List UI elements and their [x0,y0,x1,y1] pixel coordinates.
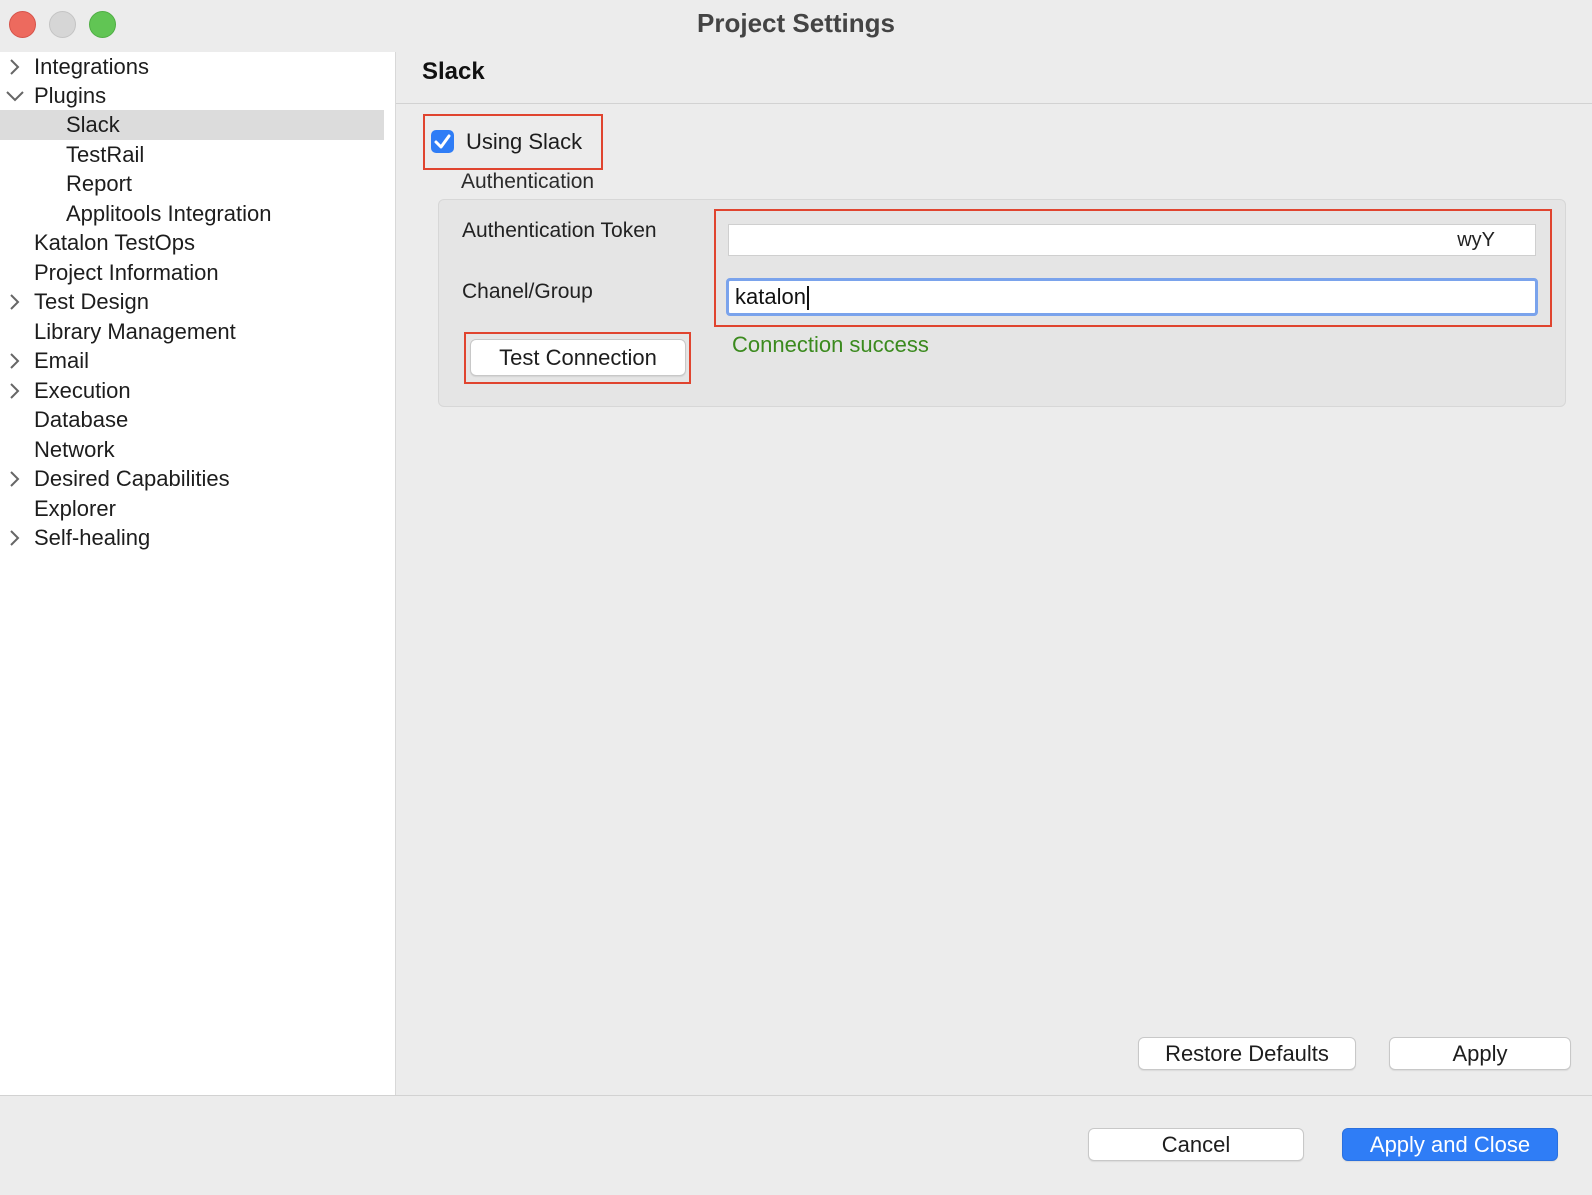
tree-item-label: Database [34,407,129,432]
tree-item-test-design[interactable]: Test Design [0,287,384,317]
channel-input-value: katalon [735,284,806,309]
tree-item-slack[interactable]: Slack [0,110,384,140]
channel-label: Chanel/Group [462,280,593,303]
restore-defaults-button[interactable]: Restore Defaults [1138,1037,1356,1070]
chevron-right-icon[interactable] [4,291,26,313]
tree-item-explorer[interactable]: Explorer [0,494,384,524]
settings-panel: Slack Using Slack Authentication Authent… [396,52,1592,1095]
tree-item-label: Integrations [34,54,149,79]
tree-item-label: Report [66,171,133,196]
chevron-right-icon[interactable] [4,380,26,402]
tree-item-label: Slack [66,112,120,137]
tree-item-label: Execution [34,378,131,403]
text-caret [806,286,809,311]
checkmark-icon [434,134,451,149]
tree-item-applitools-integration[interactable]: Applitools Integration [0,199,384,229]
chevron-right-icon[interactable] [4,527,26,549]
token-label: Authentication Token [462,219,657,242]
chevron-right-icon[interactable] [4,56,26,78]
tree-item-label: Katalon TestOps [34,230,196,255]
apply-button[interactable]: Apply [1389,1037,1571,1070]
cancel-button[interactable]: Cancel [1088,1128,1304,1161]
using-slack-label[interactable]: Using Slack [466,129,582,155]
tree-item-network[interactable]: Network [0,435,384,465]
chevron-right-icon[interactable] [4,350,26,372]
tree-item-email[interactable]: Email [0,346,384,376]
tree-item-plugins[interactable]: Plugins [0,81,384,111]
tree-item-label: Desired Capabilities [34,466,230,491]
chevron-down-icon[interactable] [4,85,26,107]
tree-item-label: Self-healing [34,525,151,550]
tree-item-library-management[interactable]: Library Management [0,317,384,347]
tree-item-label: Explorer [34,496,116,521]
apply-and-close-button[interactable]: Apply and Close [1342,1128,1558,1161]
window-title: Project Settings [697,8,895,38]
page-title: Slack [422,58,485,85]
tree-item-label: Network [34,437,115,462]
tree-item-katalon-testops[interactable]: Katalon TestOps [0,228,384,258]
tree-item-project-information[interactable]: Project Information [0,258,384,288]
tree-item-execution[interactable]: Execution [0,376,384,406]
tree-item-label: Test Design [34,289,149,314]
channel-group-input[interactable]: katalon [726,278,1538,316]
tree-item-desired-capabilities[interactable]: Desired Capabilities [0,464,384,494]
tree-item-label: Applitools Integration [66,201,272,226]
tree-item-integrations[interactable]: Integrations [0,52,384,82]
tree-item-label: Plugins [34,83,107,108]
tree-item-label: Project Information [34,260,219,285]
tree-item-label: TestRail [66,142,145,167]
title-bar: Project Settings [0,0,1592,53]
tree-item-database[interactable]: Database [0,405,384,435]
using-slack-checkbox[interactable] [431,130,454,153]
tree-item-report[interactable]: Report [0,169,384,199]
tree-item-testrail[interactable]: TestRail [0,140,384,170]
divider [396,103,1592,104]
tree-item-label: Email [34,348,90,373]
tree-item-label: Library Management [34,319,236,344]
settings-tree: Integrations Plugins Slack TestRail Repo… [0,52,396,1095]
authentication-group-label: Authentication [461,170,595,193]
chevron-right-icon[interactable] [4,468,26,490]
dialog-footer: Cancel Apply and Close [0,1095,1592,1195]
connection-status-text: Connection success [732,332,929,357]
authentication-token-input[interactable]: wyY [728,224,1536,256]
test-connection-button[interactable]: Test Connection [470,339,686,376]
tree-item-self-healing[interactable]: Self-healing [0,523,384,553]
